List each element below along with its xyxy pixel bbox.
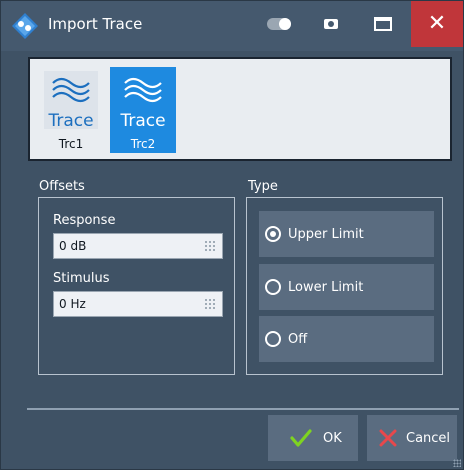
screenshot-button[interactable] [305,1,357,47]
cancel-label: Cancel [406,431,451,446]
offsets-group-title: Offsets [39,179,85,194]
toggle-icon [267,18,291,30]
stimulus-value: 0 Hz [59,297,86,311]
radio-label: Lower Limit [288,280,364,295]
cancel-x-icon [379,429,397,447]
close-icon: ✕ [427,11,447,36]
maximize-button[interactable] [357,1,409,47]
keypad-icon[interactable] [204,298,216,310]
keypad-icon[interactable] [204,240,216,252]
cancel-button[interactable]: Cancel [367,415,457,461]
check-icon [290,429,312,447]
footer-divider [27,408,459,410]
trace-item-trc1[interactable]: Trace Trc1 [38,67,104,153]
trace-label: Trc2 [130,137,156,151]
response-label: Response [53,213,116,228]
close-button[interactable]: ✕ [411,1,463,47]
ok-label: OK [323,431,342,446]
radio-selected-icon [265,226,281,242]
resize-grip-icon[interactable] [453,459,461,467]
maximize-icon [374,17,392,31]
ok-button[interactable]: OK [268,415,358,461]
trace-icon-text: Trace [48,111,94,131]
radio-unselected-icon [265,331,281,347]
stimulus-input[interactable]: 0 Hz [53,291,223,317]
title-bar[interactable]: Import Trace ✕ [1,1,463,51]
trace-label: Trc1 [58,137,84,151]
radio-unselected-icon [265,279,281,295]
wave-icon [52,77,90,103]
radio-label: Upper Limit [288,227,364,242]
stimulus-label: Stimulus [53,271,110,286]
radio-upper-limit[interactable]: Upper Limit [259,211,434,257]
response-value: 0 dB [59,239,87,253]
trace-selector: Trace Trc1 Trace Trc2 [28,57,452,161]
trace-icon-text: Trace [120,111,166,131]
wave-icon [124,77,162,103]
radio-off[interactable]: Off [259,316,434,362]
toggle-button[interactable] [253,1,305,47]
radio-label: Off [288,332,308,347]
import-trace-dialog: Import Trace ✕ Trace Trc1 Trace Trc2 Off… [0,0,464,470]
rs-logo-icon [12,13,38,39]
camera-icon [324,19,338,29]
radio-lower-limit[interactable]: Lower Limit [259,264,434,310]
trace-item-trc2[interactable]: Trace Trc2 [110,67,176,153]
dialog-title: Import Trace [48,15,143,33]
type-group-title: Type [248,179,278,194]
response-input[interactable]: 0 dB [53,233,223,259]
